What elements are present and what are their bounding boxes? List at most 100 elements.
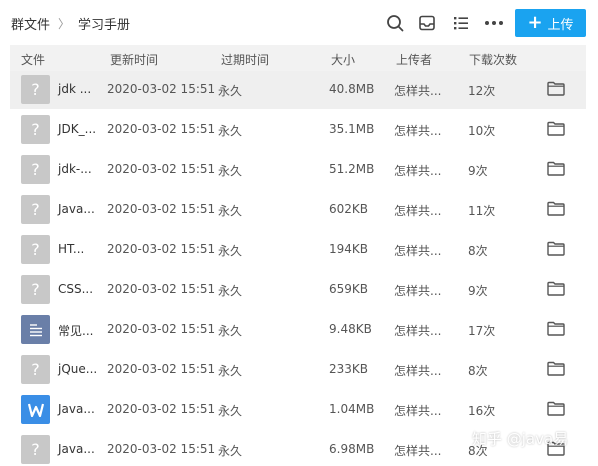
unknown-file-icon: ? <box>21 235 50 264</box>
column-header-uploader[interactable]: 上传者 <box>396 51 432 68</box>
uploader-name: 怎样共... <box>394 284 442 298</box>
table-row[interactable]: ? jQue... 2020-03-02 15:51 永久 233KB 怎样共... 8次 <box>10 351 586 389</box>
unknown-file-icon: ? <box>21 435 50 464</box>
column-header-updated[interactable]: 更新时间 <box>110 51 158 68</box>
open-folder-icon[interactable] <box>547 241 565 256</box>
file-size: 6.98MB <box>329 442 375 456</box>
table-row[interactable]: ? jdk ... 2020-03-02 15:51 永久 40.8MB 怎样共... 12… <box>10 71 586 109</box>
expire-time: 永久 <box>218 164 243 178</box>
upload-button[interactable]: + 上传 <box>515 9 586 37</box>
unknown-file-icon: ? <box>21 155 50 184</box>
file-size: 233KB <box>329 362 369 376</box>
word-file-icon <box>21 395 50 424</box>
file-name[interactable]: HT... <box>58 242 84 256</box>
open-folder-icon[interactable] <box>547 361 565 376</box>
download-count: 8次 <box>468 244 488 258</box>
updated-time: 2020-03-02 15:51 <box>107 122 216 136</box>
uploader-name: 怎样共... <box>394 244 442 258</box>
updated-time: 2020-03-02 15:51 <box>107 282 216 296</box>
download-count: 11次 <box>468 204 496 218</box>
file-name[interactable]: jdk ... <box>58 82 91 96</box>
uploader-name: 怎样共... <box>394 124 442 138</box>
unknown-file-icon: ? <box>21 195 50 224</box>
expire-time: 永久 <box>218 404 243 418</box>
unknown-file-icon: ? <box>21 75 50 104</box>
download-count: 9次 <box>468 164 488 178</box>
open-folder-icon[interactable] <box>547 201 565 216</box>
updated-time: 2020-03-02 15:51 <box>107 442 216 456</box>
file-size: 602KB <box>329 202 369 216</box>
column-header-size[interactable]: 大小 <box>331 51 355 68</box>
uploader-name: 怎样共... <box>394 444 442 458</box>
open-folder-icon[interactable] <box>547 281 565 296</box>
table-row[interactable]: Java... 2020-03-02 15:51 永久 1.04MB 怎样共... 16次 <box>10 391 586 429</box>
upload-label: 上传 <box>547 17 574 33</box>
expire-time: 永久 <box>218 204 243 218</box>
file-size: 9.48KB <box>329 322 372 336</box>
open-folder-icon[interactable] <box>547 161 565 176</box>
table-row[interactable]: ? JDK_... 2020-03-02 15:51 永久 35.1MB 怎样共... 10… <box>10 111 586 149</box>
open-folder-icon[interactable] <box>547 81 565 96</box>
updated-time: 2020-03-02 15:51 <box>107 242 216 256</box>
updated-time: 2020-03-02 15:51 <box>107 362 216 376</box>
file-size: 659KB <box>329 282 369 296</box>
file-name[interactable]: jQue... <box>58 362 97 376</box>
uploader-name: 怎样共... <box>394 204 442 218</box>
list-view-icon[interactable] <box>451 13 471 33</box>
open-folder-icon[interactable] <box>547 321 565 336</box>
plus-icon: + <box>527 12 543 33</box>
expire-time: 永久 <box>218 244 243 258</box>
file-size: 194KB <box>329 242 369 256</box>
expire-time: 永久 <box>218 324 243 338</box>
updated-time: 2020-03-02 15:51 <box>107 322 216 336</box>
file-name[interactable]: JDK_... <box>58 122 96 136</box>
updated-time: 2020-03-02 15:51 <box>107 202 216 216</box>
file-name[interactable]: 常见... <box>58 322 93 339</box>
download-count: 17次 <box>468 324 496 338</box>
inbox-icon[interactable] <box>417 13 437 33</box>
column-header-file[interactable]: 文件 <box>21 51 45 68</box>
unknown-file-icon: ? <box>21 275 50 304</box>
file-name[interactable]: CSS... <box>58 282 93 296</box>
expire-time: 永久 <box>218 284 243 298</box>
file-size: 35.1MB <box>329 122 375 136</box>
file-size: 1.04MB <box>329 402 375 416</box>
updated-time: 2020-03-02 15:51 <box>107 82 216 96</box>
uploader-name: 怎样共... <box>394 164 442 178</box>
open-folder-icon[interactable] <box>547 121 565 136</box>
download-count: 10次 <box>468 124 496 138</box>
breadcrumb-root[interactable]: 群文件 <box>11 14 50 33</box>
uploader-name: 怎样共... <box>394 364 442 378</box>
table-row[interactable]: ? jdk-... 2020-03-02 15:51 永久 51.2MB 怎样共... 9次 <box>10 151 586 189</box>
top-bar: 群文件 〉 学习手册 + 上传 <box>0 0 598 44</box>
table-row[interactable]: 常见... 2020-03-02 15:51 永久 9.48KB 怎样共... 17次 <box>10 311 586 349</box>
updated-time: 2020-03-02 15:51 <box>107 402 216 416</box>
unknown-file-icon: ? <box>21 115 50 144</box>
file-name[interactable]: Java... <box>58 402 95 416</box>
search-icon[interactable] <box>385 13 405 33</box>
unknown-file-icon: ? <box>21 355 50 384</box>
column-header-downloads[interactable]: 下载次数 <box>469 51 517 68</box>
document-file-icon <box>21 315 50 344</box>
uploader-name: 怎样共... <box>394 84 442 98</box>
file-name[interactable]: Java... <box>58 442 95 456</box>
table-row[interactable]: ? HT... 2020-03-02 15:51 永久 194KB 怎样共... 8次 <box>10 231 586 269</box>
table-row[interactable]: ? Java... 2020-03-02 15:51 永久 602KB 怎样共... 11次 <box>10 191 586 229</box>
expire-time: 永久 <box>218 444 243 458</box>
column-header-expires[interactable]: 过期时间 <box>221 51 269 68</box>
uploader-name: 怎样共... <box>394 404 442 418</box>
updated-time: 2020-03-02 15:51 <box>107 162 216 176</box>
table-row[interactable]: ? CSS... 2020-03-02 15:51 永久 659KB 怎样共... 9次 <box>10 271 586 309</box>
uploader-name: 怎样共... <box>394 324 442 338</box>
watermark: 知乎 @java易 <box>472 430 569 448</box>
file-name[interactable]: jdk-... <box>58 162 92 176</box>
breadcrumb-separator: 〉 <box>58 17 71 31</box>
more-icon[interactable] <box>484 13 504 33</box>
file-size: 51.2MB <box>329 162 375 176</box>
expire-time: 永久 <box>218 124 243 138</box>
download-count: 16次 <box>468 404 496 418</box>
file-name[interactable]: Java... <box>58 202 95 216</box>
table-header: 文件 更新时间 过期时间 大小 上传者 下载次数 <box>10 45 586 71</box>
open-folder-icon[interactable] <box>547 401 565 416</box>
file-size: 40.8MB <box>329 82 375 96</box>
